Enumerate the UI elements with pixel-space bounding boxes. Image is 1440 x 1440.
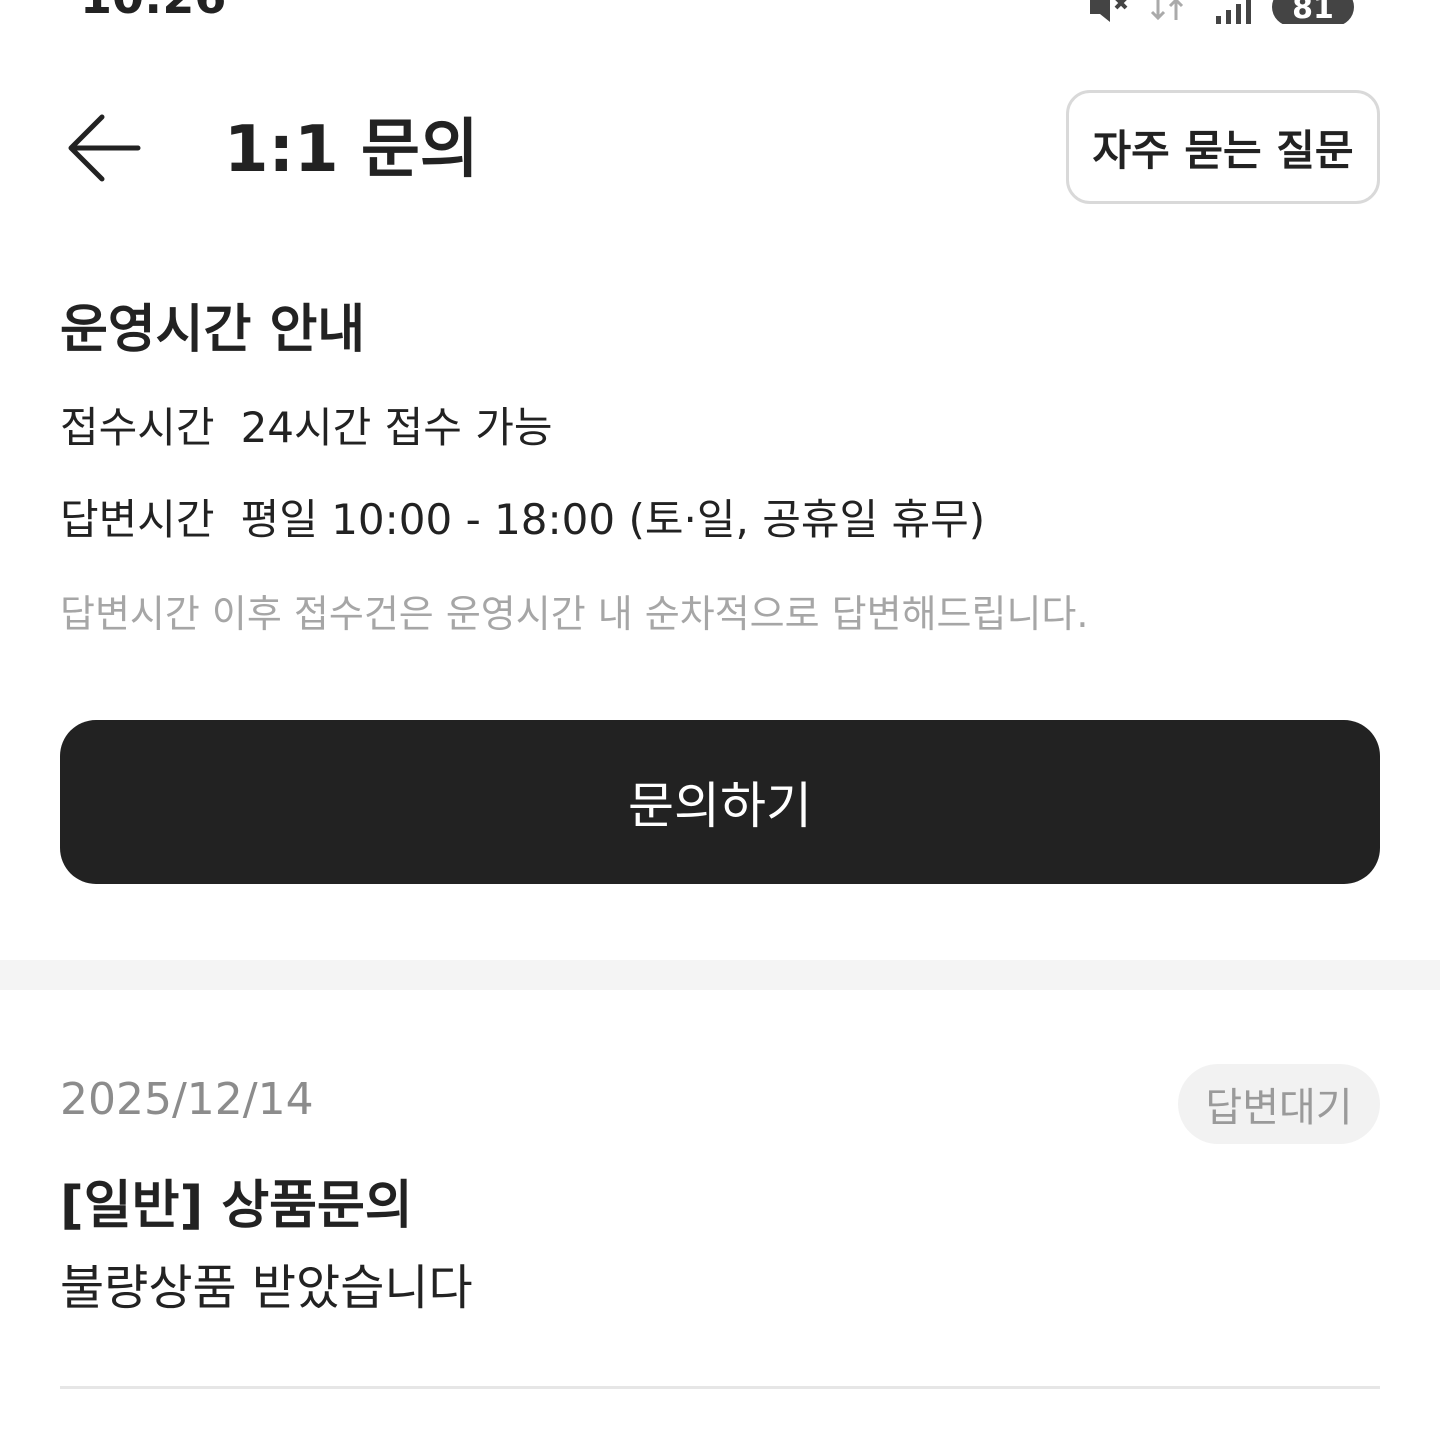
hours-note: 답변시간 이후 접수건은 운영시간 내 순차적으로 답변해드립니다. xyxy=(60,592,1089,636)
faq-button[interactable]: 자주 묻는 질문 xyxy=(1066,90,1380,204)
back-button[interactable] xyxy=(64,110,144,186)
status-icons: 81 xyxy=(1086,0,1354,24)
answer-hours-row: 답변시간 평일 10:00 - 18:00 (토·일, 공휴일 휴무) xyxy=(60,492,985,548)
receipt-hours-value: 24시간 접수 가능 xyxy=(240,403,553,452)
hours-title: 운영시간 안내 xyxy=(60,300,366,360)
answer-hours-value: 평일 10:00 - 18:00 (토·일, 공휴일 휴무) xyxy=(240,495,986,544)
item-divider xyxy=(60,1386,1380,1389)
mute-icon xyxy=(1090,0,1128,22)
receipt-hours-row: 접수시간 24시간 접수 가능 xyxy=(60,400,553,456)
inquiry-title: [일반] 상품문의 xyxy=(60,1176,413,1236)
status-badge: 답변대기 xyxy=(1178,1064,1380,1144)
page-title: 1:1 문의 xyxy=(224,113,479,187)
signal-icon xyxy=(1216,0,1251,24)
section-divider xyxy=(0,960,1440,990)
inquiry-content: 불량상품 받았습니다 xyxy=(60,1260,473,1316)
inquiry-date: 2025/12/14 xyxy=(60,1074,314,1125)
status-time: 10:26 xyxy=(80,0,226,20)
inquiry-list-item[interactable]: 2025/12/14 답변대기 [일반] 상품문의 불량상품 받았습니다 xyxy=(60,1064,1380,1390)
inquire-button[interactable]: 문의하기 xyxy=(60,720,1380,884)
arrow-left-icon xyxy=(68,114,141,182)
data-transfer-icon xyxy=(1150,0,1184,21)
header: 1:1 문의 자주 묻는 질문 xyxy=(0,90,1440,206)
receipt-hours-label: 접수시간 xyxy=(60,403,215,452)
status-bar: 10:26 81 xyxy=(0,0,1440,24)
answer-hours-label: 답변시간 xyxy=(60,495,215,544)
battery-badge: 81 xyxy=(1272,0,1354,24)
